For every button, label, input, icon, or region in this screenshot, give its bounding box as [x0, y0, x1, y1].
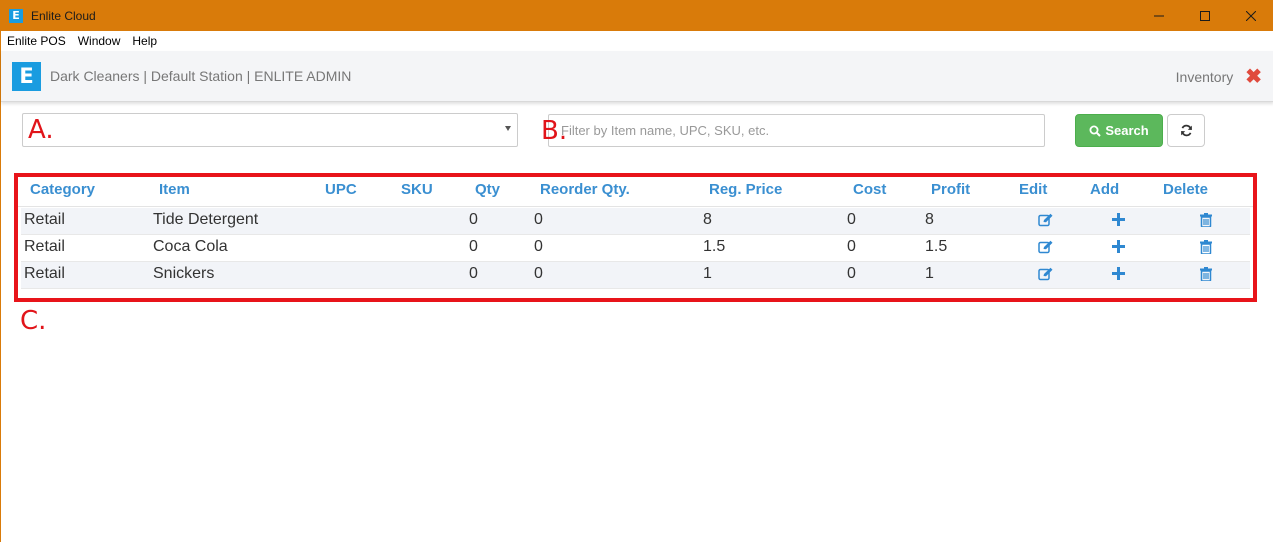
refresh-icon	[1180, 124, 1192, 137]
cell-cost: 0	[847, 238, 856, 255]
col-sku[interactable]: SKU	[401, 181, 433, 198]
annotation-a: A.	[28, 115, 54, 145]
brand-title: Dark Cleaners | Default Station | ENLITE…	[50, 68, 352, 84]
table-header: Category Item UPC SKU Qty Reorder Qty. R…	[18, 177, 1253, 207]
window-close-button[interactable]	[1228, 0, 1273, 31]
cell-reorder-qty: 0	[534, 265, 543, 282]
table-row: Retail Snickers 0 0 1 0 1	[21, 262, 1250, 289]
cell-category: Retail	[24, 265, 65, 282]
app-header: E Dark Cleaners | Default Station | ENLI…	[1, 51, 1273, 102]
cell-reg-price: 8	[703, 211, 712, 228]
cell-reg-price: 1.5	[703, 238, 726, 255]
close-icon[interactable]: ✖	[1245, 67, 1262, 87]
cell-cost: 0	[847, 265, 856, 282]
minimize-button[interactable]	[1136, 0, 1182, 31]
header-right: Inventory ✖	[1176, 51, 1262, 102]
menu-window[interactable]: Window	[72, 34, 127, 48]
add-icon[interactable]	[1112, 213, 1125, 231]
edit-icon[interactable]	[1038, 213, 1054, 232]
app-logo-icon: E	[9, 8, 23, 23]
refresh-button[interactable]	[1167, 114, 1205, 147]
search-button-label: Search	[1105, 123, 1149, 138]
add-icon[interactable]	[1112, 240, 1125, 258]
menu-bar: Enlite POS Window Help	[1, 31, 1273, 51]
col-delete: Delete	[1163, 181, 1209, 198]
cell-profit: 1	[925, 265, 934, 282]
annotation-c: C.	[20, 306, 47, 336]
col-item[interactable]: Item	[159, 181, 190, 198]
trash-icon[interactable]	[1200, 213, 1212, 232]
maximize-icon	[1200, 10, 1210, 21]
cell-category: Retail	[24, 238, 65, 255]
cell-qty: 0	[469, 265, 478, 282]
category-select[interactable]	[22, 113, 518, 147]
search-icon	[1089, 125, 1102, 137]
menu-help[interactable]: Help	[126, 34, 163, 48]
cell-qty: 0	[469, 211, 478, 228]
cell-item: Coca Cola	[153, 238, 228, 255]
search-button[interactable]: Search	[1075, 114, 1163, 147]
cell-reorder-qty: 0	[534, 238, 543, 255]
col-edit: Edit	[1019, 181, 1048, 198]
cell-item: Tide Detergent	[153, 211, 259, 228]
inventory-table: Category Item UPC SKU Qty Reorder Qty. R…	[14, 173, 1257, 302]
col-profit[interactable]: Profit	[931, 181, 970, 198]
cell-reg-price: 1	[703, 265, 712, 282]
trash-icon[interactable]	[1200, 267, 1212, 286]
col-upc[interactable]: UPC	[325, 181, 357, 198]
col-reorder-qty[interactable]: Reorder Qty.	[540, 181, 630, 198]
col-cost[interactable]: Cost	[853, 181, 886, 198]
edit-icon[interactable]	[1038, 267, 1054, 286]
window-title: Enlite Cloud	[31, 8, 96, 23]
chevron-down-icon	[505, 126, 511, 131]
filter-input[interactable]	[548, 114, 1045, 147]
maximize-button[interactable]	[1182, 0, 1228, 31]
trash-icon[interactable]	[1200, 240, 1212, 259]
cell-profit: 8	[925, 211, 934, 228]
col-category[interactable]: Category	[30, 181, 95, 198]
cell-cost: 0	[847, 211, 856, 228]
brand-logo-icon[interactable]: E	[12, 61, 41, 91]
edit-icon[interactable]	[1038, 240, 1054, 259]
col-add: Add	[1090, 181, 1120, 198]
cell-item: Snickers	[153, 265, 215, 282]
minimize-icon	[1154, 15, 1164, 16]
cell-profit: 1.5	[925, 238, 948, 255]
annotation-b: B.	[541, 116, 568, 146]
window-controls	[1136, 0, 1273, 31]
cell-reorder-qty: 0	[534, 211, 543, 228]
table-row: Retail Tide Detergent 0 0 8 0 8	[21, 208, 1250, 235]
table-row: Retail Coca Cola 0 0 1.5 0 1.5	[21, 235, 1250, 262]
menu-enlite-pos[interactable]: Enlite POS	[1, 34, 72, 48]
inventory-link[interactable]: Inventory	[1176, 69, 1234, 85]
add-icon[interactable]	[1112, 267, 1125, 285]
col-reg-price[interactable]: Reg. Price	[709, 181, 782, 198]
cell-qty: 0	[469, 238, 478, 255]
close-icon	[1246, 10, 1256, 21]
window-titlebar: E Enlite Cloud	[1, 0, 1273, 31]
col-qty[interactable]: Qty	[475, 181, 500, 198]
cell-category: Retail	[24, 211, 65, 228]
